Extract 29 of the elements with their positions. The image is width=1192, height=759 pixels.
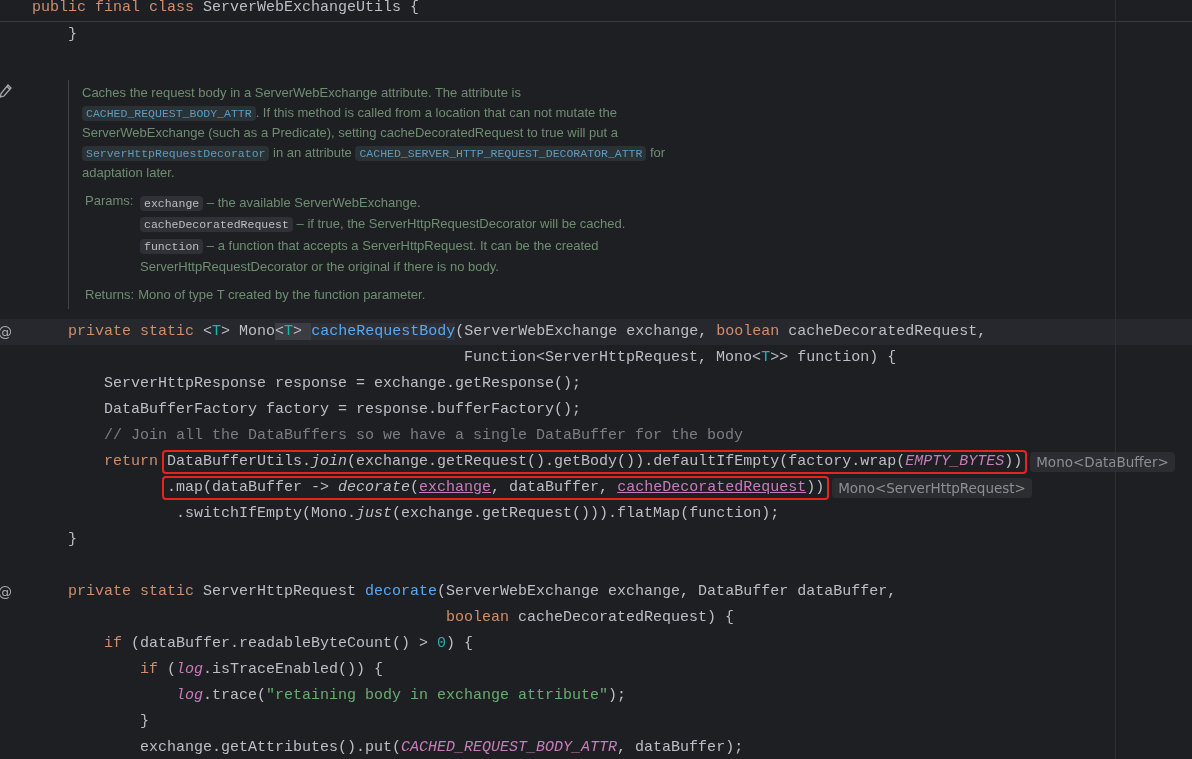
code-line: if (dataBuffer.readableByteCount() > 0) { <box>103 634 474 654</box>
code-line: } <box>139 712 150 732</box>
param-description: exchange – the available ServerWebExchange. <box>140 192 660 214</box>
code-line: exchange.getAttributes().put(CACHED_REQUEST_BODY_ATTR, dataBuffer); <box>139 738 744 758</box>
code-line: return <box>103 452 160 472</box>
code-line: if (log.isTraceEnabled()) { <box>139 660 384 680</box>
code-line: } <box>67 530 77 550</box>
code-line: public final class ServerWebExchangeUtils { <box>32 0 420 18</box>
code-line: // Join all the DataBuffers so we have a single DataBuffer for the body <box>103 426 744 446</box>
code-line: boolean cacheDecoratedRequest) { <box>445 608 735 628</box>
inlay-hint: Mono<DataBuffer> <box>1030 452 1175 472</box>
code-line: log.trace("retaining body in exchange attribute"); <box>175 686 627 706</box>
code-line: ServerHttpResponse response = exchange.getResponse(); <box>103 374 582 394</box>
returns-label: Returns: <box>85 286 135 302</box>
inlay-hint: Mono<ServerHttpRequest> <box>832 478 1032 498</box>
params-label: Params: <box>85 192 135 210</box>
code-line: Function<ServerHttpRequest, Mono<T>> function) { <box>463 348 897 368</box>
code-line: private static <T> Mono<T> cacheRequestBody(ServerWebExchange exchange, boolean cacheDecoratedRequest, <box>67 322 987 342</box>
pencil-icon[interactable] <box>0 84 12 98</box>
code-line: private static ServerHttpRequest decorate(ServerWebExchange exchange, DataBuffer dataBuffer, <box>67 582 897 602</box>
highlighted-code: DataBufferUtils.join(exchange.getRequest().getBody()).defaultIfEmpty(factory.wrap(EMPTY_BYTES)) <box>162 450 1028 474</box>
doc-description: Caches the request body in a ServerWebExchange attribute. The attribute is CACHED_REQUEST_BODY_ATTR . If this method is called from a location that can not mutate the ServerWebExchange (such as a Predicate), setting cacheDecoratedRequest to true will put a ServerHttpRequestDecorator in an attribute CACHED_SERVER_HTTP_REQUEST_DECORATOR_ATTR for adaptation later. <box>82 84 667 182</box>
returns-description: Mono of type T created by the function parameter. <box>138 286 426 302</box>
code-line: .switchIfEmpty(Mono.just(exchange.getRequest())).flatMap(function); <box>175 504 780 524</box>
code-line: DataBufferFactory factory = response.bufferFactory(); <box>103 400 582 420</box>
param-description: cacheDecoratedRequest – if true, the ServerHttpRequestDecorator will be cached. <box>140 214 660 236</box>
param-description: function – a function that accepts a ServerHttpRequest. It can be the created ServerHttpRequestDecorator or the original if there is no body. <box>140 236 600 276</box>
code-line: } <box>67 25 77 45</box>
highlighted-code: .map(dataBuffer -> decorate(exchange, dataBuffer, cacheDecoratedRequest)) <box>162 476 830 500</box>
